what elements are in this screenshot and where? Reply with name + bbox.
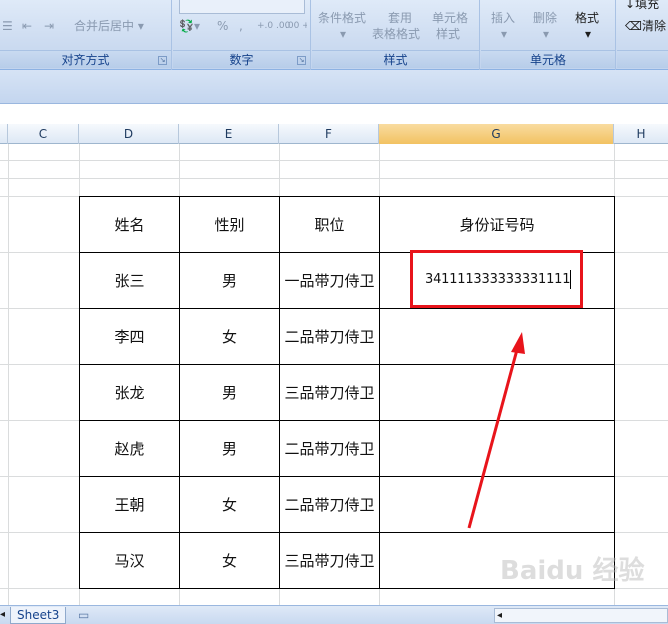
watermark: Baidu 经验 [500, 556, 645, 586]
table-cell-position[interactable]: 三品带刀侍卫 [280, 365, 380, 421]
gridline [8, 144, 9, 605]
tab-scroll-icon[interactable]: ◂ [0, 607, 5, 623]
table-cell-position[interactable]: 三品带刀侍卫 [280, 533, 380, 589]
ribbon: ☰ ⇤ ⇥ 合并后居中 ▾ 对齐方式 ↘ 💱▾ % , +.0 .00 .00 … [0, 0, 668, 70]
styles-group-title: 样式 [312, 50, 479, 68]
fill-button[interactable]: ↓填充 [625, 0, 659, 12]
clear-button[interactable]: ⌫清除 [625, 18, 666, 34]
clear-label: 清除 [641, 19, 666, 33]
insert-sheet-icon[interactable]: ▭ [78, 607, 89, 623]
table-cell-name[interactable]: 张三 [79, 253, 180, 309]
delete-button[interactable]: 删除 [533, 10, 557, 26]
align-left-icon[interactable]: ☰ [2, 18, 13, 34]
table-cell-name[interactable]: 张龙 [79, 365, 180, 421]
cells-group-title: 单元格 [481, 50, 615, 68]
table-cell-gender[interactable]: 男 [180, 421, 280, 477]
table-cell-position[interactable]: 二品带刀侍卫 [280, 309, 380, 365]
scroll-left-icon[interactable]: ◂ [497, 608, 502, 624]
table-cell-name[interactable]: 李四 [79, 309, 180, 365]
styles-group: 条件格式 ▾ 套用 表格格式 单元格 样式 样式 [312, 0, 480, 70]
table-cell-id-number[interactable] [380, 421, 615, 477]
delete-dropdown-icon[interactable]: ▾ [543, 26, 549, 42]
merge-center-button[interactable]: 合并后居中 ▾ [74, 18, 144, 34]
sheet-tab-bar: ◂ Sheet3 ▭ ◂ [0, 605, 668, 624]
percent-button[interactable]: % [217, 18, 228, 34]
table-cell-name[interactable]: 赵虎 [79, 421, 180, 477]
table-header-id-number[interactable]: 身份证号码 [380, 196, 615, 253]
table-cell-id-number[interactable] [380, 365, 615, 421]
cell-style-button-line1[interactable]: 单元格 [432, 10, 468, 26]
table-cell-gender[interactable]: 女 [180, 309, 280, 365]
alignment-dialog-launcher-icon[interactable]: ↘ [158, 56, 167, 65]
table-header-name[interactable]: 姓名 [79, 196, 180, 253]
tab-sheet3[interactable]: Sheet3 [10, 607, 67, 624]
horizontal-scrollbar[interactable]: ◂ [494, 608, 668, 623]
gridline [0, 178, 668, 179]
table-format-button-line1[interactable]: 套用 [388, 10, 412, 26]
decrease-indent-icon[interactable]: ⇤ [22, 18, 32, 34]
column-header-h[interactable]: H [614, 124, 668, 144]
editing-group: ↓填充 ⌫清除 [617, 0, 668, 70]
comma-button[interactable]: , [239, 18, 243, 34]
table-header-gender[interactable]: 性别 [180, 196, 280, 253]
table-cell-name[interactable]: 马汉 [79, 533, 180, 589]
column-header-e[interactable]: E [179, 124, 279, 144]
column-header-row: C D E F G H [0, 124, 668, 144]
insert-dropdown-icon[interactable]: ▾ [501, 26, 507, 42]
conditional-format-button[interactable]: 条件格式 [318, 10, 366, 26]
table-cell-name[interactable]: 王朝 [79, 477, 180, 533]
alignment-group-title: 对齐方式 [0, 50, 171, 68]
insert-button[interactable]: 插入 [491, 10, 515, 26]
cells-group: 插入 ▾ 删除 ▾ 格式 ▾ 单元格 [481, 0, 616, 70]
table-cell-gender[interactable]: 男 [180, 253, 280, 309]
format-dropdown-icon[interactable]: ▾ [585, 26, 591, 42]
number-dialog-launcher-icon[interactable]: ↘ [297, 56, 306, 65]
decrease-decimal-button[interactable]: .00 +.0 [285, 18, 307, 34]
number-group-title: 数字 [173, 50, 310, 68]
table-cell-id-number[interactable] [380, 309, 615, 365]
table-cell-position[interactable]: 二品带刀侍卫 [280, 477, 380, 533]
merge-center-label: 合并后居中 [74, 19, 135, 33]
table-format-button-line2[interactable]: 表格格式 [372, 26, 420, 42]
column-header-partial[interactable] [0, 124, 8, 144]
conditional-format-dropdown-icon[interactable]: ▾ [340, 26, 346, 42]
column-header-d[interactable]: D [79, 124, 179, 144]
formula-bar-gap [0, 104, 668, 124]
cell-style-button-line2[interactable]: 样式 [436, 26, 460, 42]
alignment-group: ☰ ⇤ ⇥ 合并后居中 ▾ 对齐方式 ↘ [0, 0, 172, 70]
currency-icon[interactable]: 💱▾ [179, 18, 200, 34]
table-cell-position[interactable]: 一品带刀侍卫 [280, 253, 380, 309]
formula-bar-strip[interactable] [0, 70, 668, 104]
table-cell-position[interactable]: 二品带刀侍卫 [280, 421, 380, 477]
table-cell-gender[interactable]: 男 [180, 365, 280, 421]
column-header-f[interactable]: F [279, 124, 379, 144]
number-group: 💱▾ % , +.0 .00 .00 +.0 数字 ↘ [173, 0, 311, 70]
highlight-box [410, 250, 583, 308]
fill-label: 填充 [635, 0, 660, 11]
editing-group-title [617, 50, 668, 68]
table-cell-gender[interactable]: 女 [180, 477, 280, 533]
increase-indent-icon[interactable]: ⇥ [44, 18, 54, 34]
column-header-g[interactable]: G [379, 124, 614, 144]
number-format-select[interactable] [179, 0, 305, 14]
table-cell-id-number[interactable] [380, 477, 615, 533]
format-button[interactable]: 格式 [575, 10, 599, 26]
column-header-c[interactable]: C [8, 124, 79, 144]
table-header-position[interactable]: 职位 [280, 196, 380, 253]
table-cell-gender[interactable]: 女 [180, 533, 280, 589]
gridline [0, 160, 668, 161]
